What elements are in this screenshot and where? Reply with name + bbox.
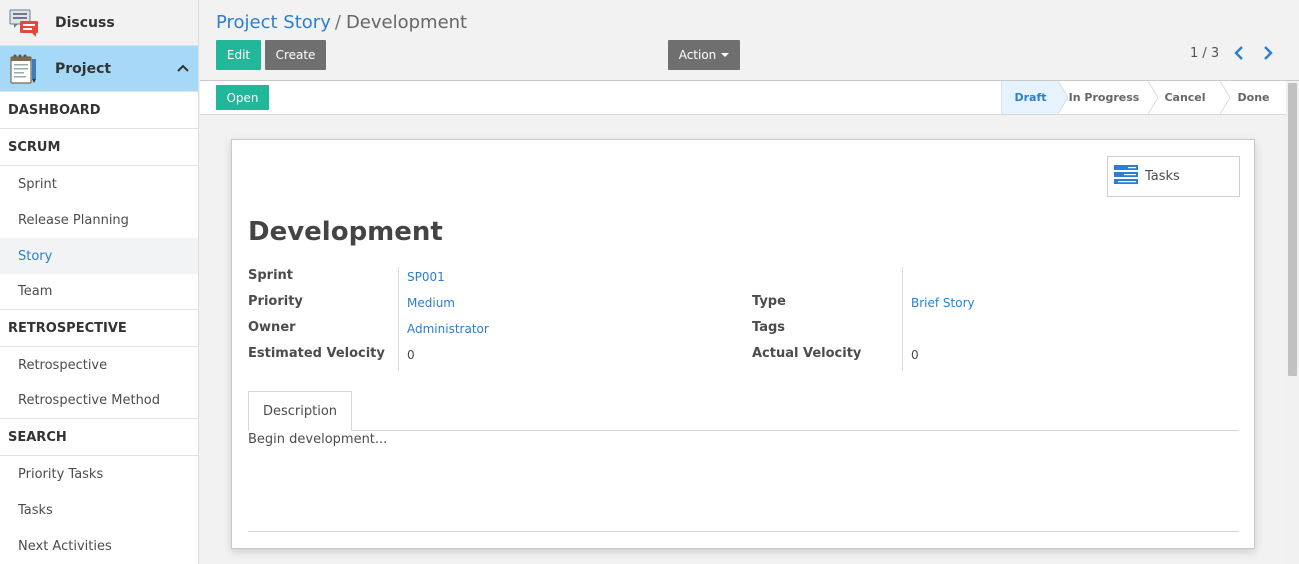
estimated-velocity-field[interactable]: 0 — [407, 348, 415, 362]
menu-section-retrospective: RETROSPECTIVE — [0, 310, 198, 347]
control-panel: Project Story / Development Edit Create Ac… — [200, 0, 1299, 81]
action-label: Action — [678, 48, 717, 62]
chat-bubbles-icon — [8, 7, 40, 39]
project-notepad-icon — [8, 53, 40, 85]
chevron-left-icon[interactable] — [1231, 44, 1247, 62]
app-discuss[interactable]: Discuss — [0, 0, 198, 46]
priority-label: Priority — [248, 294, 303, 309]
stage-label: In Progress — [1068, 91, 1140, 104]
app-project[interactable]: Project — [0, 46, 198, 92]
tab-divider — [248, 430, 1239, 431]
stage-label: Done — [1237, 91, 1270, 104]
scrollbar-thumb[interactable] — [1288, 83, 1297, 376]
tasks-smart-button[interactable]: Tasks — [1107, 156, 1240, 197]
chevron-right-icon[interactable] — [1260, 44, 1276, 62]
notebook-bottom-divider — [248, 531, 1239, 532]
field-divider — [902, 267, 903, 371]
tab-description[interactable]: Description — [248, 391, 352, 431]
sidebar-item-retrospective-method[interactable]: Retrospective Method — [0, 383, 198, 419]
sidebar-item-retrospective[interactable]: Retrospective — [0, 347, 198, 383]
description-field[interactable]: Begin development... — [248, 432, 387, 447]
tags-label: Tags — [752, 320, 786, 335]
stage-draft[interactable]: Draft — [1002, 81, 1068, 114]
owner-label: Owner — [248, 320, 296, 335]
sprint-field[interactable]: SP001 — [407, 270, 445, 284]
type-field[interactable]: Brief Story — [911, 296, 975, 310]
stage-in-progress[interactable]: In Progress — [1059, 81, 1158, 114]
breadcrumb-separator: / — [334, 12, 341, 33]
caret-down-icon — [721, 53, 730, 57]
stage-arrow — [1148, 81, 1158, 114]
sidebar-item-sprint[interactable]: Sprint — [0, 166, 198, 202]
app-label: Project — [55, 60, 112, 77]
sidebar-item-release-planning[interactable]: Release Planning — [0, 202, 198, 238]
app-sidebar: Discuss Project DASHBOARD SCRUM Sprint R… — [0, 0, 199, 564]
sidebar-item-priority-tasks[interactable]: Priority Tasks — [0, 456, 198, 492]
pager-value[interactable]: 1 / 3 — [1190, 46, 1219, 61]
breadcrumb-current: Development — [345, 12, 468, 33]
breadcrumb: Project Story / Development — [216, 12, 467, 33]
sidebar-item-tasks[interactable]: Tasks — [0, 492, 198, 528]
sprint-label: Sprint — [248, 268, 294, 283]
priority-field[interactable]: Medium — [407, 296, 455, 310]
stage-arrow — [1058, 81, 1068, 114]
menu-section-dashboard[interactable]: DASHBOARD — [0, 92, 198, 129]
chevron-up-icon[interactable] — [168, 61, 198, 76]
owner-field[interactable]: Administrator — [407, 322, 489, 336]
open-button[interactable]: Open — [216, 85, 269, 110]
stage-cancel[interactable]: Cancel — [1149, 81, 1230, 114]
actual-velocity-field[interactable]: 0 — [911, 348, 919, 362]
action-dropdown-button[interactable]: Action — [668, 40, 740, 70]
stage-label: Draft — [1014, 91, 1047, 104]
actual-velocity-label: Actual Velocity — [752, 346, 862, 361]
stage-label: Cancel — [1164, 91, 1206, 104]
stage-done[interactable]: Done — [1221, 81, 1286, 114]
form-statusbar: Open Draft In Progress Cancel Done — [200, 81, 1286, 115]
tasks-list-icon — [1114, 164, 1138, 189]
estimated-velocity-label: Estimated Velocity — [248, 346, 385, 361]
menu-section-scrum: SCRUM — [0, 129, 198, 166]
stage-arrow — [1220, 81, 1230, 114]
app-label: Discuss — [55, 14, 115, 31]
stage-pipeline: Draft In Progress Cancel Done — [1001, 81, 1286, 115]
create-button[interactable]: Create — [265, 40, 326, 70]
type-label: Type — [752, 294, 786, 309]
record-title: Development — [248, 217, 443, 247]
form-sheet: Tasks Development Sprint SP001 Priority … — [231, 139, 1255, 549]
edit-button[interactable]: Edit — [216, 40, 261, 70]
sidebar-item-next-activities[interactable]: Next Activities — [0, 528, 198, 564]
sidebar-item-story[interactable]: Story — [0, 238, 198, 274]
menu-section-search: SEARCH — [0, 419, 198, 456]
tasks-smart-button-label: Tasks — [1145, 169, 1180, 184]
breadcrumb-link-project-story[interactable]: Project Story — [216, 12, 331, 33]
field-divider — [398, 267, 399, 371]
sidebar-item-team[interactable]: Team — [0, 274, 198, 310]
